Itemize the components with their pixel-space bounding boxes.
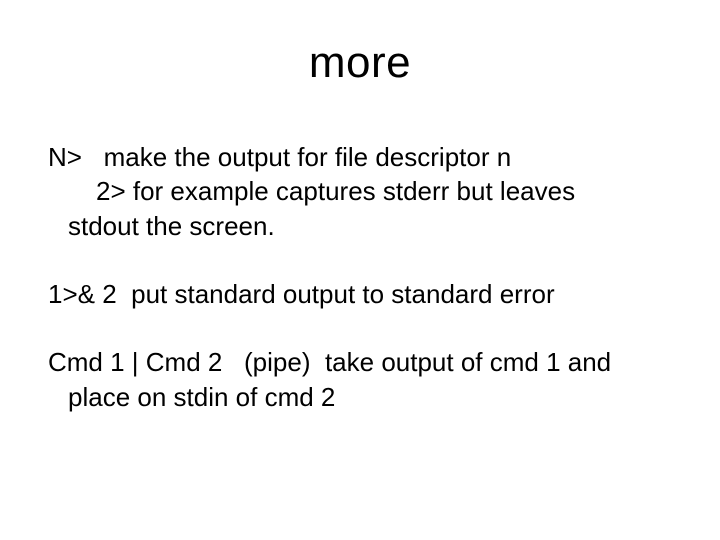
paragraph-3: Cmd 1 | Cmd 2 (pipe) take output of cmd … xyxy=(48,345,660,414)
paragraph-2: 1>& 2 put standard output to standard er… xyxy=(48,277,660,311)
p1-line1: N> make the output for file descriptor n xyxy=(48,142,511,172)
p1-line3: stdout the screen. xyxy=(48,209,660,243)
p1-line2: 2> for example captures stderr but leave… xyxy=(48,174,660,208)
slide-title: more xyxy=(0,38,720,88)
slide: more N> make the output for file descrip… xyxy=(0,0,720,540)
paragraph-1: N> make the output for file descriptor n… xyxy=(48,140,660,243)
slide-body: N> make the output for file descriptor n… xyxy=(48,140,660,448)
p3-line1: Cmd 1 | Cmd 2 (pipe) take output of cmd … xyxy=(48,347,611,377)
p3-line2: place on stdin of cmd 2 xyxy=(48,380,660,414)
p2-line1: 1>& 2 put standard output to standard er… xyxy=(48,279,555,309)
